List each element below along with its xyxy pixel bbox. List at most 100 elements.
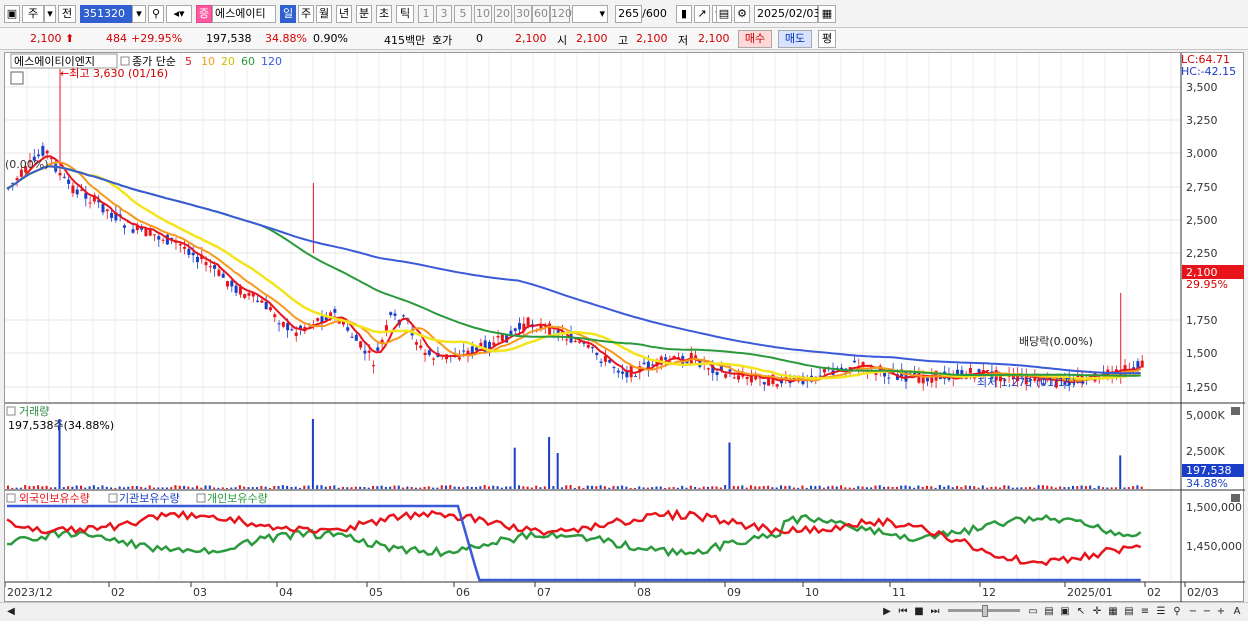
save-icon[interactable]: ▤ <box>716 5 732 23</box>
grid-icon[interactable]: ▦ <box>1106 605 1120 619</box>
panel-toggle-icon[interactable] <box>108 493 118 503</box>
zoom-slider-handle[interactable] <box>982 605 988 617</box>
interval-20[interactable]: 20 <box>494 5 512 23</box>
candle-body <box>724 374 728 378</box>
speaker-icon[interactable]: ◂▾ <box>166 5 192 23</box>
individual-line <box>6 514 1142 558</box>
x-tick-label: 06 <box>456 586 470 599</box>
volume-bar <box>311 419 314 489</box>
volume-bar <box>513 447 516 489</box>
tab-month[interactable]: 월 <box>316 5 332 23</box>
text-icon[interactable]: A <box>1230 605 1244 619</box>
tab-second[interactable]: 초 <box>376 5 392 23</box>
plus-icon[interactable]: + <box>1214 605 1228 619</box>
copy-icon[interactable]: ▣ <box>1058 605 1072 619</box>
stock-name-field[interactable]: 에스에이티 <box>212 5 276 23</box>
tab-label: 월 <box>318 7 330 20</box>
volume-bar <box>208 485 211 489</box>
ma-line-60 <box>6 165 1141 377</box>
candle-body <box>427 350 431 355</box>
volume-bar <box>539 487 542 489</box>
interval-120[interactable]: 120 <box>550 5 572 23</box>
calculator-icon[interactable] <box>10 71 24 85</box>
buy-button[interactable]: 매수 <box>738 30 772 48</box>
panel-close-icon[interactable] <box>1231 407 1240 415</box>
tab-week[interactable]: 주 <box>298 5 314 23</box>
code-input[interactable]: 351320 <box>80 5 132 23</box>
scroll-left-icon[interactable]: ◀ <box>4 605 18 619</box>
zoom-out-icon[interactable]: ▭ <box>1026 605 1040 619</box>
volume-bar <box>170 487 173 489</box>
panel-toggle-icon[interactable] <box>6 493 16 503</box>
minus-icon[interactable]: − <box>1200 605 1214 619</box>
sell-label: 매도 <box>784 32 806 45</box>
panel-toggle-icon[interactable] <box>6 406 16 416</box>
tab-day[interactable]: 일 <box>280 5 296 23</box>
candle-icon[interactable]: ▮ <box>676 5 692 23</box>
gear-icon[interactable]: ⚙ <box>734 5 750 23</box>
search-icon[interactable]: ⚲ <box>1170 605 1184 619</box>
date-input[interactable]: 2025/02/03 <box>754 5 820 23</box>
interval-1[interactable]: 1 <box>418 5 434 23</box>
eval-button[interactable]: 평 <box>818 30 836 48</box>
cursor-icon[interactable]: ↖ <box>1074 605 1088 619</box>
volume-bar <box>582 487 585 489</box>
volume-bar <box>144 487 147 489</box>
crosshair-icon[interactable]: ✛ <box>1090 605 1104 619</box>
chevron-down-icon[interactable]: ▾ <box>44 5 56 23</box>
count-field[interactable]: 265/600 <box>612 5 670 23</box>
volume-bar <box>1089 485 1092 489</box>
volume-bar <box>1127 487 1130 489</box>
x-tick-label: 2025/01 <box>1067 586 1113 599</box>
panel-close-icon[interactable] <box>1231 494 1240 502</box>
scroll-right-icon[interactable]: ▶ <box>880 605 894 619</box>
candle-body <box>762 382 766 385</box>
volume-bar <box>784 486 787 489</box>
tab-year[interactable]: 년 <box>336 5 352 23</box>
rewind-icon[interactable]: ⏮ <box>896 605 910 619</box>
layout-icon[interactable]: ▤ <box>1042 605 1056 619</box>
volume-bar <box>689 485 692 489</box>
interval-3[interactable]: 3 <box>436 5 452 23</box>
window-icon[interactable]: ▣ <box>4 5 20 23</box>
tab-tick[interactable]: 틱 <box>396 5 414 23</box>
interval-select[interactable]: ▾ <box>572 5 608 23</box>
settings-icon[interactable]: ☰ <box>1154 605 1168 619</box>
volume-bar <box>200 487 203 489</box>
chevron-down-icon[interactable]: ▾ <box>132 5 146 23</box>
candle-body <box>573 340 577 342</box>
search-icon[interactable]: ⚲ <box>148 5 164 23</box>
table-icon[interactable]: ▤ <box>1122 605 1136 619</box>
forward-icon[interactable]: ⏭ <box>928 605 942 619</box>
draw-tool-icon[interactable]: ↗ <box>694 5 710 23</box>
minus-icon[interactable]: − <box>1186 605 1200 619</box>
volume-panel: 거래량 197,538주(34.88%) 5,000K 2,500K 197,53… <box>6 405 1244 490</box>
chart-area[interactable]: 에스에이티이엔지 종가 단순 5 10 20 60 120 ←최고 3,630 … <box>4 52 1245 603</box>
interval-30[interactable]: 30 <box>514 5 532 23</box>
stop-icon[interactable]: ■ <box>912 605 926 619</box>
panel-toggle-icon[interactable] <box>196 493 206 503</box>
period-select[interactable]: 주 <box>22 5 44 23</box>
volume-bar <box>75 485 78 489</box>
interval-5[interactable]: 5 <box>454 5 472 23</box>
volume-bar <box>88 486 91 489</box>
interval-10[interactable]: 10 <box>474 5 492 23</box>
holding-panel: 외국인보유수량 기관보유수량 개인보유수량 1,500,000 1,450,000 <box>6 492 1242 582</box>
volume-bar <box>518 485 521 489</box>
ma-toggle-icon[interactable] <box>120 56 130 66</box>
x-tick-label: 03 <box>193 586 207 599</box>
scrollbar[interactable]: ◀ ▶ ⏮ ■ ⏭ ▭ ▤ ▣ ↖ ✛ ▦ ▤ ≡ ☰ ⚲ − − + A <box>0 602 1248 621</box>
volume-bar <box>968 485 971 489</box>
sell-button[interactable]: 매도 <box>778 30 812 48</box>
volume-bar <box>105 486 108 489</box>
tab-minute[interactable]: 분 <box>356 5 372 23</box>
interval-60[interactable]: 60 <box>532 5 550 23</box>
prev-button[interactable]: 전 <box>58 5 76 23</box>
volume-bar <box>350 487 353 489</box>
list-icon[interactable]: ≡ <box>1138 605 1152 619</box>
calendar-icon[interactable]: ▦ <box>818 5 836 23</box>
volume-bar <box>552 486 555 489</box>
candle-body <box>925 377 929 382</box>
last-volume: 197,538 <box>1186 464 1232 477</box>
candle-body <box>432 358 436 360</box>
